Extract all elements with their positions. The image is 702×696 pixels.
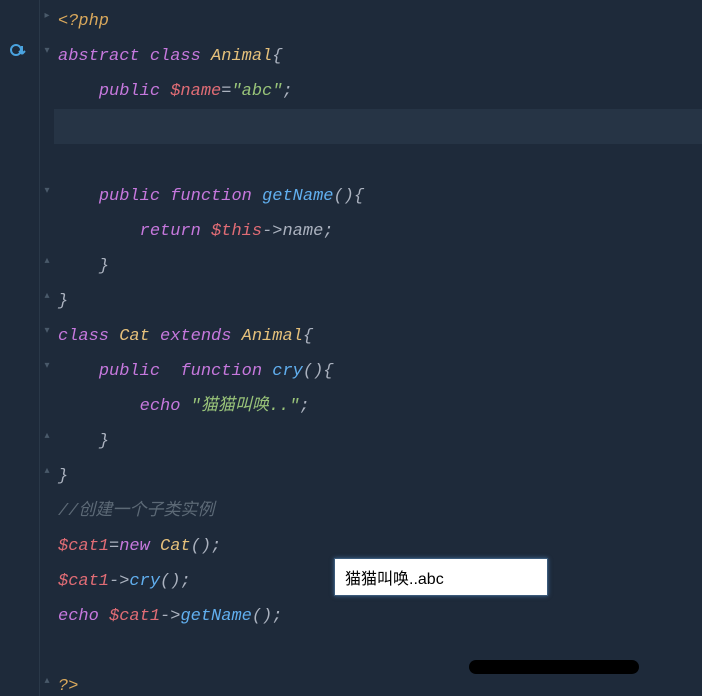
redaction-bar [469,660,639,674]
brace: } [99,432,109,451]
fold-icon[interactable]: ▾ [42,327,52,337]
brace: } [58,292,68,311]
function-name: getName [262,187,333,206]
code-line[interactable]: } [54,249,702,284]
keyword: echo [58,607,99,626]
function-call: getName [180,607,251,626]
code-line[interactable] [54,144,702,179]
fold-column: ▸ ▾ ▾ ▴ ▴ ▾ ▾ ▴ ▴ ▴ [40,0,54,696]
fold-icon[interactable]: ▸ [42,12,52,22]
code-line[interactable]: public function getName(){ [54,179,702,214]
brace: { [303,327,313,346]
parens: () [191,537,211,556]
semicolon: ; [323,222,333,241]
code-line[interactable]: public $name="abc"; [54,74,702,109]
brace: } [58,467,68,486]
keyword: function [180,362,262,381]
keyword: public [99,82,160,101]
parens: () [252,607,272,626]
brace: { [354,187,364,206]
parens: () [160,572,180,591]
keyword: class [58,327,109,346]
keyword: new [119,537,150,556]
brace: { [272,47,282,66]
comment: //创建一个子类实例 [58,502,214,521]
code-line[interactable]: //创建一个子类实例 [54,494,702,529]
function-call: cry [129,572,160,591]
code-editor[interactable]: ▸ ▾ ▾ ▴ ▴ ▾ ▾ ▴ ▴ ▴ <?php abstract class… [0,0,702,696]
keyword: extends [160,327,231,346]
variable: $cat1 [58,537,109,556]
php-close-tag: ?> [58,677,78,696]
parens: () [303,362,323,381]
function-name: cry [272,362,303,381]
code-line[interactable]: echo $cat1->getName(); [54,599,702,634]
php-open-tag: <?php [58,12,109,31]
code-line[interactable]: public function cry(){ [54,354,702,389]
code-line-active[interactable] [54,109,702,144]
fold-icon[interactable]: ▾ [42,362,52,372]
class-name: Cat [119,327,150,346]
editor-gutter [0,0,40,696]
parens: () [333,187,353,206]
class-name: Cat [160,537,191,556]
variable: $cat1 [109,607,160,626]
variable: $name [170,82,221,101]
code-line[interactable]: <?php [54,4,702,39]
code-line[interactable]: return $this->name; [54,214,702,249]
string: "猫猫叫唤.." [191,397,300,416]
fold-icon[interactable]: ▾ [42,47,52,57]
semicolon: ; [299,397,309,416]
semicolon: ; [282,82,292,101]
fold-icon[interactable]: ▴ [42,257,52,267]
class-name: Animal [242,327,303,346]
semicolon: ; [180,572,190,591]
keyword: public [99,187,160,206]
arrow: -> [262,222,282,241]
fold-icon[interactable]: ▴ [42,432,52,442]
variable: $cat1 [58,572,109,591]
implements-icon[interactable] [6,38,30,62]
code-line[interactable]: } [54,284,702,319]
string: "abc" [231,82,282,101]
code-line[interactable]: class Cat extends Animal{ [54,319,702,354]
fold-icon[interactable]: ▾ [42,187,52,197]
code-area[interactable]: <?php abstract class Animal{ public $nam… [54,0,702,696]
operator: = [109,537,119,556]
keyword: abstract [58,47,140,66]
keyword: public [99,362,160,381]
keyword: class [150,47,201,66]
arrow: -> [160,607,180,626]
keyword: return [140,222,201,241]
fold-icon[interactable]: ▴ [42,467,52,477]
keyword: echo [140,397,181,416]
output-tooltip: 猫猫叫唤..abc [334,558,548,596]
fold-icon[interactable]: ▴ [42,677,52,687]
variable: $this [211,222,262,241]
class-name: Animal [211,47,272,66]
property: name [282,222,323,241]
keyword: function [170,187,252,206]
operator: = [221,82,231,101]
semicolon: ; [211,537,221,556]
semicolon: ; [272,607,282,626]
code-line[interactable]: } [54,459,702,494]
code-line[interactable]: echo "猫猫叫唤.."; [54,389,702,424]
brace: } [99,257,109,276]
code-line[interactable]: abstract class Animal{ [54,39,702,74]
code-line[interactable]: } [54,424,702,459]
brace: { [323,362,333,381]
arrow: -> [109,572,129,591]
fold-icon[interactable]: ▴ [42,292,52,302]
